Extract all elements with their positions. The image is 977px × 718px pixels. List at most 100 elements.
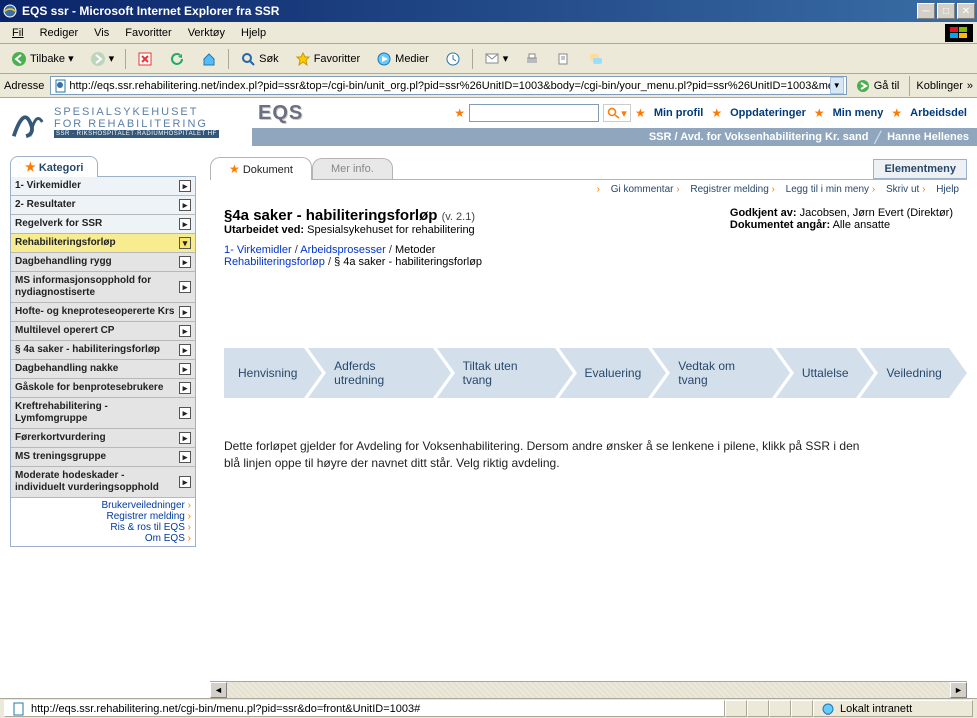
- refresh-icon: [169, 51, 185, 67]
- home-button[interactable]: [194, 47, 224, 71]
- sidebar-item[interactable]: MS treningsgruppe▸: [11, 448, 195, 467]
- refresh-button[interactable]: [162, 47, 192, 71]
- sidebar-item[interactable]: Moderate hodeskader - individuelt vurder…: [11, 467, 195, 498]
- crumb-rehab[interactable]: Rehabiliteringsforløp: [224, 256, 325, 268]
- address-label: Adresse: [4, 80, 46, 92]
- ms-flag-icon: [945, 24, 973, 42]
- sidebar-item[interactable]: § 4a saker - habiliteringsforløp▸: [11, 341, 195, 360]
- window-title: EQS ssr - Microsoft Internet Explorer fr…: [22, 4, 917, 18]
- org-name-2: FOR REHABILITERING: [54, 118, 219, 130]
- sidebar-item[interactable]: 1- Virkemidler▸: [11, 177, 195, 196]
- sidebar-item[interactable]: MS informasjonsopphold for nydiagnostise…: [11, 272, 195, 303]
- url-box[interactable]: ▼: [50, 76, 846, 95]
- sidebar-item[interactable]: Førerkortvurdering ▸: [11, 429, 195, 448]
- maximize-button[interactable]: □: [937, 3, 955, 19]
- eqs-logo: EQS: [258, 102, 303, 125]
- search-go-button[interactable]: ▾: [603, 104, 631, 122]
- link-min-meny[interactable]: Min meny: [829, 107, 888, 119]
- sidebar-item[interactable]: Regelverk for SSR▸: [11, 215, 195, 234]
- flow-step[interactable]: Tiltak uten tvang: [437, 348, 555, 398]
- sidebar-link[interactable]: Om EQS ›: [15, 533, 191, 544]
- link-min-profil[interactable]: Min profil: [650, 107, 708, 119]
- flow-step[interactable]: Henvisning: [224, 348, 304, 398]
- context-path: SSR / Avd. for Voksenhabilitering Kr. sa…: [649, 131, 869, 143]
- action-hjelp[interactable]: Hjelp: [936, 184, 959, 195]
- sidebar-item[interactable]: Hofte- og kneproteseopererte Krs▸: [11, 303, 195, 322]
- sidebar-item[interactable]: Multilevel operert CP▸: [11, 322, 195, 341]
- titlebar: EQS ssr - Microsoft Internet Explorer fr…: [0, 0, 977, 22]
- sidebar-item[interactable]: 2- Resultater▸: [11, 196, 195, 215]
- crumb-arbeidsprosesser[interactable]: Arbeidsprosesser: [300, 244, 386, 256]
- utarbeidet-label: Utarbeidet ved:: [224, 224, 304, 236]
- stop-button[interactable]: [130, 47, 160, 71]
- flow-step[interactable]: Adferds utredning: [308, 348, 432, 398]
- chevron-icon: ▸: [179, 432, 191, 444]
- chevron-icon: ▸: [179, 281, 191, 293]
- back-button[interactable]: Tilbake ▾: [4, 47, 81, 71]
- sidebar-item[interactable]: Dagbehandling nakke▸: [11, 360, 195, 379]
- sidebar-item-label: Gåskole for benprotesebrukere: [15, 382, 163, 394]
- link-oppdateringer[interactable]: Oppdateringer: [726, 107, 810, 119]
- history-button[interactable]: [438, 47, 468, 71]
- sidebar-link[interactable]: Registrer melding ›: [15, 511, 191, 522]
- sidebar-item[interactable]: Kreftrehabilitering - Lymfomgruppe ▸: [11, 398, 195, 429]
- forward-button[interactable]: ▾: [83, 47, 122, 71]
- elementmeny-button[interactable]: Elementmeny: [873, 159, 967, 179]
- star-icon: ★: [711, 106, 722, 120]
- url-input[interactable]: [69, 80, 829, 92]
- horizontal-scrollbar[interactable]: ◄ ►: [210, 681, 967, 698]
- sidebar-item[interactable]: Dagbehandling rygg▸: [11, 253, 195, 272]
- flow-step[interactable]: Vedtak om tvang: [652, 348, 772, 398]
- status-url: http://eqs.ssr.rehabilitering.net/cgi-bi…: [4, 700, 725, 717]
- action-kommentar[interactable]: Gi kommentar: [611, 184, 674, 195]
- url-dropdown[interactable]: ▼: [830, 77, 844, 94]
- menu-fil[interactable]: Fil: [4, 25, 32, 41]
- action-registrer[interactable]: Registrer melding: [690, 184, 768, 195]
- sidebar-link[interactable]: Ris & ros til EQS ›: [15, 522, 191, 533]
- koblinger-label[interactable]: Koblinger: [916, 80, 962, 92]
- discuss-button[interactable]: [581, 47, 611, 71]
- sidebar-tab[interactable]: ★ Kategori: [10, 156, 98, 177]
- menu-vis[interactable]: Vis: [86, 25, 117, 41]
- page-icon: [53, 78, 69, 94]
- sidebar-item-label: Multilevel operert CP: [15, 325, 114, 337]
- action-skrivut[interactable]: Skriv ut: [886, 184, 919, 195]
- koblinger-chevron-icon[interactable]: »: [967, 80, 973, 92]
- tab-dokument[interactable]: ★ Dokument: [210, 157, 312, 180]
- search-input[interactable]: [469, 104, 599, 122]
- go-button[interactable]: Gå til: [851, 76, 904, 96]
- tab-merinfo[interactable]: Mer info.: [312, 158, 393, 179]
- sidebar-item[interactable]: Gåskole for benprotesebrukere▸: [11, 379, 195, 398]
- chevron-icon: ▸: [179, 407, 191, 419]
- context-user: Hanne Hellenes: [887, 131, 969, 143]
- sidebar-item-label: Rehabiliteringsforløp: [15, 237, 116, 249]
- media-button[interactable]: Medier: [369, 47, 436, 71]
- sidebar-item[interactable]: Rehabiliteringsforløp▾: [11, 234, 195, 253]
- sidebar-item-label: Førerkortvurdering: [15, 432, 106, 444]
- close-button[interactable]: ✕: [957, 3, 975, 19]
- print-button[interactable]: [517, 47, 547, 71]
- crumb-virkemidler[interactable]: 1- Virkemidler: [224, 244, 292, 256]
- favorites-button[interactable]: Favoritter: [288, 47, 367, 71]
- sidebar-item-label: MS informasjonsopphold for nydiagnostise…: [15, 275, 175, 299]
- search-button[interactable]: Søk: [233, 47, 286, 71]
- link-arbeidsdel[interactable]: Arbeidsdel: [906, 107, 971, 119]
- edit-button[interactable]: [549, 47, 579, 71]
- chevron-icon: ▸: [179, 363, 191, 375]
- action-leggtil[interactable]: Legg til i min meny: [786, 184, 869, 195]
- scroll-track[interactable]: [227, 682, 950, 698]
- sidebar-item-label: Kreftrehabilitering - Lymfomgruppe: [15, 401, 175, 425]
- chevron-icon: ▸: [179, 180, 191, 192]
- menu-hjelp[interactable]: Hjelp: [233, 25, 274, 41]
- scroll-left-button[interactable]: ◄: [210, 682, 227, 698]
- sidebar-link[interactable]: Brukerveiledninger ›: [15, 500, 191, 511]
- mail-button[interactable]: ▾: [477, 47, 516, 71]
- menu-verktoy[interactable]: Verktøy: [180, 25, 233, 41]
- menu-rediger[interactable]: Rediger: [32, 25, 87, 41]
- minimize-button[interactable]: ─: [917, 3, 935, 19]
- menu-favoritter[interactable]: Favoritter: [117, 25, 179, 41]
- utarbeidet-value: Spesialsykehuset for rehabilitering: [307, 224, 475, 236]
- context-bar: SSR / Avd. for Voksenhabilitering Kr. sa…: [252, 128, 977, 146]
- scroll-right-button[interactable]: ►: [950, 682, 967, 698]
- stop-icon: [137, 51, 153, 67]
